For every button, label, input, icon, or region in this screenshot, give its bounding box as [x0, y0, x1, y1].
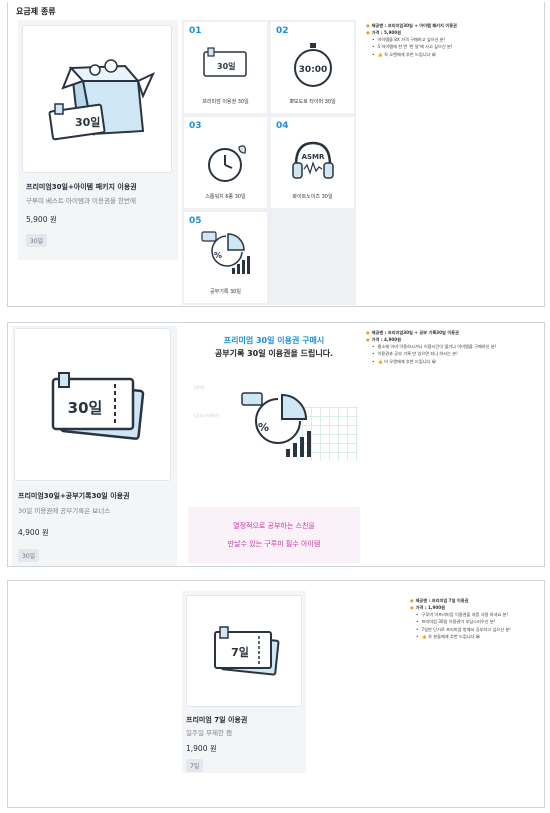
percent-text: % [214, 251, 222, 260]
headphones-icon: ASMR [292, 141, 334, 179]
ticket-text: 30일 [217, 61, 236, 71]
ticket-icon: 30일 [51, 372, 145, 440]
card-title: 프리미엄30일+아이템 패키지 이용권 [26, 183, 137, 191]
promo-line-2: 공부기록 30일 이용권을 드립니다. [214, 349, 334, 358]
info-bullet: 평소에 이미 이용하시거나 이용시간이 많거나 아이템을 구매하신 분! [372, 343, 541, 350]
callout-line-1: 열정적으로 공부하는 스친을 [233, 522, 315, 530]
chart-icon: % [241, 392, 311, 457]
tile-label: 스톱워치 6종 30일 [205, 194, 246, 200]
card-price: 1,900 원 [186, 744, 217, 753]
info-title: ● 제공맨 : 프리미엄 7일 이용권 [410, 598, 469, 603]
ticket-text: 7일 [231, 645, 249, 659]
duration-tag: 30일 [18, 549, 40, 562]
card-image: 7일 [186, 595, 302, 707]
tile-studylog-30: 05 % 공부기록 30일 [184, 212, 267, 303]
dot-icon: ● [366, 330, 370, 335]
dot-icon: ● [410, 605, 414, 611]
promo-callout: 열정적으로 공부하는 스친을 만날수 있는 구루미 필수 아이템 [188, 507, 360, 563]
info-bullet: 5 아이템에 한 번 '한 달'에 사고 싶으신 분! [372, 43, 541, 50]
info-price: ● 가격 : 1,900원 [410, 605, 446, 611]
faint-label: [공부시작예상] [194, 413, 220, 418]
chart-icon: % [201, 231, 250, 274]
ticket-text: 30일 [68, 399, 103, 417]
tile-number: 04 [276, 121, 289, 131]
info-bullet: 7일만 단기로 프리미엄 방에서 공부하고 싶으신 분! [416, 626, 542, 633]
timer-text: 30:00 [299, 65, 328, 75]
studylog-panel: 30일 프리미엄30일+공부기록30일 이용권 30일 이용권에 공부기록은 보… [7, 322, 545, 567]
tile-label: 프리미엄 이용권 30일 [202, 99, 249, 105]
info-bullet: 프리미엄 30일 이용권이 부담스러우신 분! [416, 618, 542, 625]
product-card-studylog[interactable]: 30일 프리미엄30일+공부기록30일 이용권 30일 이용권에 공부기록은 보… [12, 326, 177, 566]
ticket-text: 30일 [75, 115, 100, 129]
card-image: 30일 [22, 25, 172, 173]
info-bullet: 구루미 이프리미엄 이용권을 처음 사용 하셔요 분! [416, 611, 542, 618]
info-title: ● 제공맨 : 프리미엄30일 + 아이템 패키지 이용권 [366, 23, 457, 28]
plan-info: ● 제공맨 : 프리미엄30일 + 아이템 패키지 이용권 ● 가격 : 5,900… [366, 22, 541, 58]
info-title: ● 제공맨 : 프리미엄30일 + 공부 기록30일 이용권 [366, 330, 459, 335]
info-bullet: 아이템을 8X 가격 구매하고 싶으신 분! [372, 36, 541, 43]
duration-tag: 7일 [186, 759, 204, 772]
tile-number: 01 [189, 26, 202, 36]
tile-number: 02 [276, 26, 289, 36]
card-title: 프리미엄 7일 이용권 [186, 716, 248, 724]
duration-tag: 30일 [26, 234, 48, 247]
dot-icon: ● [410, 598, 414, 603]
tile-label: 공부기록 30일 [210, 289, 241, 295]
card-price: 4,900 원 [18, 528, 49, 537]
stopwatch-icon: 30:00 [294, 43, 332, 87]
tile-label: 화이트노이즈 30일 [292, 194, 333, 200]
info-price: ● 가격 : 4,900원 [366, 337, 402, 343]
section-heading: 요금제 종류 [16, 7, 56, 16]
card-subtitle: 구루미 베스트 아이템과 이용권을 한번에 [26, 197, 136, 205]
info-bullet: 👍 이 오렌에게 추천 드립니다 😀 [372, 358, 541, 365]
package-panel: 요금제 종류 30일 프리미엄30일+아이템 패키지 이용권 구루미 베스트 아… [7, 2, 545, 307]
info-bullet: 이용권과 공부 기록 만 있으면 되니 하시는 분! [372, 350, 541, 357]
ticket-icon: 7일 [214, 626, 280, 676]
card-subtitle: 30일 이용권에 공부기록은 보너스 [18, 507, 111, 515]
promo-line-1: 프리미엄 30일 이용권 구매시 [223, 336, 325, 345]
box-ticket-icon: 30일 [48, 59, 156, 141]
dot-icon: ● [366, 337, 370, 343]
dot-icon: ● [366, 23, 370, 28]
tile-number: 03 [189, 121, 202, 131]
plan-info: ● 제공맨 : 프리미엄30일 + 공부 기록30일 이용권 ● 가격 : 4,90… [366, 329, 541, 365]
product-card-package[interactable]: 30일 프리미엄30일+아이템 패키지 이용권 구루미 베스트 아이템과 이용권… [18, 20, 178, 260]
premium7-panel: 7일 프리미엄 7일 이용권 일주일 무제한 캠 1,900 원 7일 ● 제공맨… [7, 580, 545, 808]
card-subtitle: 일주일 무제한 캠 [186, 729, 232, 737]
info-price: ● 가격 : 5,900원 [366, 30, 402, 36]
tile-whitenoise-30: 04 ASMR 화이트노이즈 30일 [271, 117, 354, 208]
tile-pomodoro-30: 02 30:00 뽀모도로 타이머 30일 [271, 22, 354, 113]
card-price: 5,900 원 [26, 215, 57, 224]
clock-leaf-icon [208, 145, 246, 182]
product-card-premium7[interactable]: 7일 프리미엄 7일 이용권 일주일 무제한 캠 1,900 원 7일 [182, 591, 306, 773]
tile-stopwatch-30: 03 스톱워치 6종 30일 [184, 117, 267, 208]
tile-label: 뽀모도로 타이머 30일 [289, 99, 336, 105]
plan-info: ●제공맨 : 프리미엄 7일 이용권 ●가격 : 1,900원 구루미 이프리미… [410, 597, 542, 640]
faint-label: [제목] [194, 385, 205, 390]
ticket-icon: 30일 [203, 47, 247, 77]
tile-number: 05 [189, 216, 202, 226]
info-bullet: 👍 꼭 오렌에게 추천 드립니다 😀 [372, 51, 541, 58]
dot-icon: ● [366, 30, 370, 36]
card-image: 30일 [14, 328, 171, 481]
percent-text: % [258, 421, 269, 434]
card-title: 프리미엄30일+공부기록30일 이용권 [18, 492, 130, 500]
promo-banner: 프리미엄 30일 이용권 구매시 공부기록 30일 이용권을 드립니다. [제목… [184, 323, 364, 568]
item-grid: 01 30일 프리미엄 이용권 30일 02 30:00 뽀모도로 타이머 30… [182, 20, 356, 305]
asmr-text: ASMR [302, 153, 325, 161]
tile-premium-30: 01 30일 프리미엄 이용권 30일 [184, 22, 267, 113]
callout-line-2: 만날수 있는 구루미 필수 아이템 [227, 540, 321, 548]
info-bullet: 👍 꼭 분들에게 추천 드립니다 😀 [416, 633, 542, 640]
